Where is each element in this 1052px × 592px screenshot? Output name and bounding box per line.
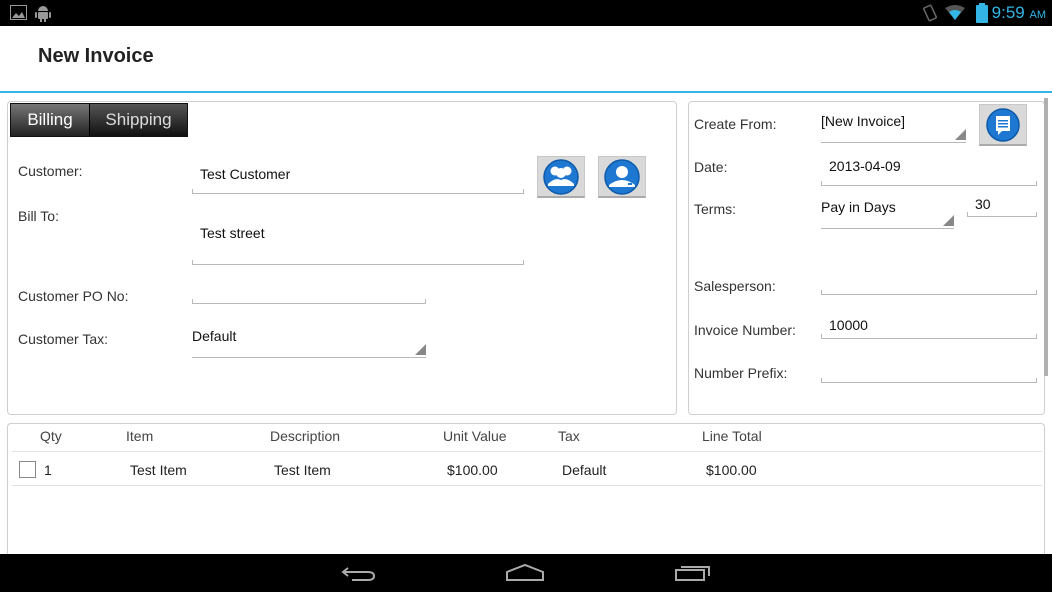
column-header-unit-value: Unit Value [443, 428, 507, 444]
battery-icon [976, 3, 988, 23]
terms-select[interactable]: Pay in Days [821, 199, 954, 229]
cell-unit-value: $100.00 [447, 462, 498, 478]
line-items-table [7, 423, 1045, 573]
terms-days-field[interactable]: 30 [967, 196, 1037, 217]
navigation-bar [0, 554, 1052, 592]
terms-label: Terms: [694, 201, 736, 217]
invoice-number-label: Invoice Number: [694, 322, 796, 338]
customer-tax-select[interactable]: Default [192, 328, 426, 358]
bill-to-field[interactable]: Test street [192, 225, 524, 265]
customer-field[interactable]: Test Customer [192, 166, 524, 194]
column-header-line-total: Line Total [702, 428, 762, 444]
select-contacts-button[interactable] [537, 156, 585, 198]
tab-billing[interactable]: Billing [11, 104, 89, 136]
create-from-template-button[interactable] [979, 104, 1027, 146]
cell-tax: Default [562, 462, 607, 478]
dropdown-arrow-icon [955, 129, 966, 140]
create-from-select[interactable]: [New Invoice] [821, 113, 966, 143]
action-bar: New Invoice [0, 26, 1052, 93]
invoice-number-field[interactable]: 10000 [821, 317, 1037, 339]
customer-tax-label: Customer Tax: [18, 331, 108, 347]
column-header-description: Description [270, 428, 341, 444]
status-bar: 9:59 AM [0, 0, 1052, 26]
cell-item: Test Item [130, 462, 187, 478]
number-prefix-field[interactable] [821, 364, 1037, 383]
wifi-icon [945, 5, 965, 20]
salesperson-field[interactable] [821, 276, 1037, 295]
gallery-icon [10, 5, 27, 20]
cell-line-total: $100.00 [706, 462, 757, 478]
dropdown-arrow-icon [943, 215, 954, 226]
customer-po-label: Customer PO No: [18, 288, 129, 304]
document-icon [986, 107, 1020, 142]
clock: 9:59 AM [991, 3, 1046, 22]
cell-description: Test Item [274, 462, 331, 478]
create-from-label: Create From: [694, 116, 777, 132]
number-prefix-label: Number Prefix: [694, 365, 788, 381]
contacts-group-icon [543, 158, 579, 195]
bill-to-label: Bill To: [18, 208, 59, 224]
scrollbar[interactable] [1044, 98, 1048, 376]
contact-icon [604, 158, 640, 195]
home-button[interactable] [505, 563, 545, 583]
customer-po-field[interactable] [192, 286, 426, 304]
add-contact-button[interactable] [598, 156, 646, 198]
page-title: New Invoice [38, 45, 154, 67]
cell-qty: 1 [44, 462, 52, 478]
column-header-qty: Qty [40, 428, 62, 444]
row-divider [12, 485, 1042, 486]
dropdown-arrow-icon [415, 344, 426, 355]
tab-bar: Billing Shipping [10, 103, 188, 137]
date-field[interactable]: 2013-04-09 [821, 158, 1037, 186]
screen-rotation-icon [922, 4, 938, 22]
salesperson-label: Salesperson: [694, 278, 776, 294]
row-checkbox[interactable] [19, 461, 36, 478]
column-header-tax: Tax [558, 428, 580, 444]
back-button[interactable] [340, 563, 378, 583]
date-label: Date: [694, 159, 728, 175]
column-header-item: Item [126, 428, 154, 444]
customer-label: Customer: [18, 163, 83, 179]
android-icon [35, 6, 51, 22]
tab-shipping[interactable]: Shipping [89, 104, 187, 136]
header-divider [12, 451, 1042, 452]
recent-apps-button[interactable] [674, 563, 712, 583]
